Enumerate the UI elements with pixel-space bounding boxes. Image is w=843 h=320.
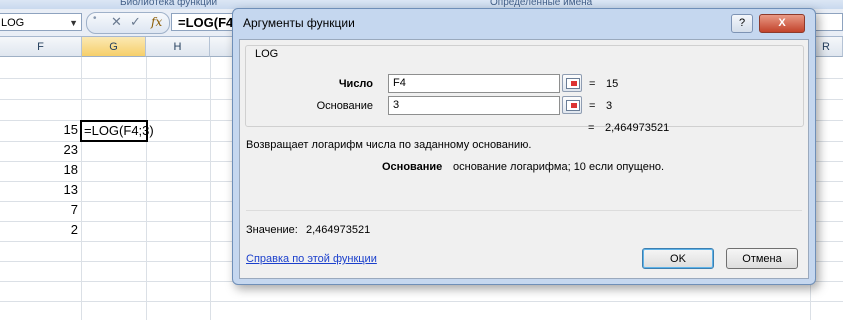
- arg-result-number: 15: [606, 78, 619, 90]
- arg-result-base: 3: [606, 100, 613, 112]
- function-name: LOG: [255, 48, 279, 60]
- formula-buttons: • ✕ ✓ fx: [86, 12, 170, 34]
- cell-f8[interactable]: 7: [18, 200, 78, 220]
- arg-label-number: Число: [338, 78, 373, 90]
- active-cell-g4[interactable]: =LOG(F4;3): [80, 120, 154, 142]
- function-description: Возвращает логарифм числа по заданному о…: [246, 139, 532, 151]
- formula-result: 2,464973521: [605, 122, 670, 134]
- function-args-group: LOG Число F4 = 15 Основание 3 = 3: [245, 45, 804, 127]
- cell-f6[interactable]: 18: [18, 160, 78, 180]
- help-button[interactable]: ?: [731, 14, 753, 33]
- column-header-h[interactable]: H: [146, 37, 210, 57]
- help-link[interactable]: Справка по этой функции: [246, 253, 377, 265]
- ok-button[interactable]: OK: [642, 248, 714, 269]
- range-select-icon[interactable]: [562, 74, 582, 92]
- cancel-button[interactable]: Отмена: [726, 248, 798, 269]
- enter-icon[interactable]: ✓: [130, 14, 141, 30]
- value-result: 2,464973521: [306, 224, 371, 236]
- column-header-f[interactable]: F: [0, 37, 82, 57]
- dialog-body: LOG Число F4 = 15 Основание 3 = 3 = 2,46…: [239, 39, 809, 279]
- cell-f4[interactable]: 15: [18, 120, 78, 140]
- arg-help-text: основание логарифма; 10 если опущено.: [453, 161, 665, 173]
- cell-f5[interactable]: 23: [18, 140, 78, 160]
- arg-label-base: Основание: [316, 100, 373, 112]
- eq-sign: =: [588, 122, 595, 134]
- cell-f9[interactable]: 2: [18, 220, 78, 240]
- column-header-g[interactable]: G: [82, 37, 146, 57]
- value-label: Значение:: [246, 224, 298, 236]
- grid-line: [0, 301, 843, 302]
- cancel-icon[interactable]: ✕: [111, 14, 122, 30]
- divider: [246, 210, 802, 211]
- ribbon-group-defined-names[interactable]: Определенные имена: [490, 0, 592, 8]
- grip-icon: •: [93, 13, 97, 24]
- arg-input-base[interactable]: 3: [388, 96, 560, 115]
- insert-function-icon[interactable]: fx: [151, 15, 162, 29]
- eq-sign: =: [589, 78, 596, 90]
- ribbon-group-function-library[interactable]: Библиотека функций: [120, 0, 217, 8]
- name-box-value: LOG: [1, 17, 25, 29]
- arg-input-number[interactable]: F4: [388, 74, 560, 93]
- eq-sign: =: [589, 100, 596, 112]
- arg-help-name: Основание: [382, 161, 443, 173]
- close-button[interactable]: X: [759, 14, 805, 33]
- formula-text: =LOG(F4: [178, 15, 234, 30]
- function-arguments-dialog: Аргументы функции ? X LOG Число F4 = 15 …: [232, 8, 816, 285]
- cell-f7[interactable]: 13: [18, 180, 78, 200]
- chevron-down-icon[interactable]: ▼: [69, 14, 78, 32]
- range-select-icon[interactable]: [562, 96, 582, 114]
- dialog-title: Аргументы функции: [243, 16, 355, 30]
- name-box[interactable]: LOG ▼: [0, 13, 82, 31]
